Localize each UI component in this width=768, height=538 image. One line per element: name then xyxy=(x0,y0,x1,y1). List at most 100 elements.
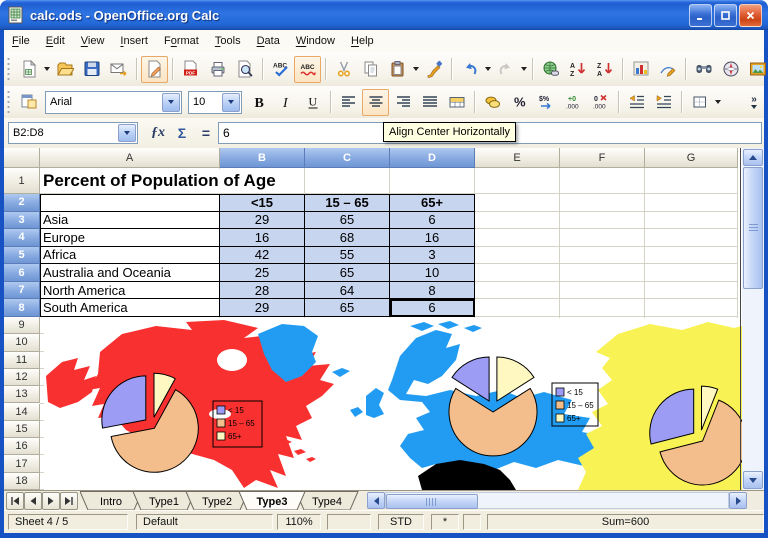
cell-C8[interactable]: 65 xyxy=(305,299,390,317)
menu-tools[interactable]: Tools xyxy=(207,30,249,52)
undo-dropdown[interactable] xyxy=(483,57,492,82)
row-header-3[interactable]: 3 xyxy=(4,212,40,230)
decrease-indent-button[interactable] xyxy=(623,89,650,116)
status-modified-flag[interactable]: * xyxy=(431,514,459,530)
vertical-scroll-thumb[interactable] xyxy=(743,167,763,289)
menu-file[interactable]: File xyxy=(4,30,38,52)
menu-help[interactable]: Help xyxy=(343,30,382,52)
cell-B4[interactable]: 16 xyxy=(220,229,305,247)
status-signature[interactable] xyxy=(463,514,481,530)
open-folder-button[interactable] xyxy=(51,56,78,83)
sheet-tab-intro[interactable]: Intro xyxy=(80,492,142,511)
row-header-5[interactable]: 5 xyxy=(4,247,40,265)
styles-formatting-button[interactable] xyxy=(15,89,42,116)
row-header-7[interactable]: 7 xyxy=(4,282,40,300)
sheet-tab-type4[interactable]: Type4 xyxy=(296,492,358,511)
column-header-G[interactable]: G xyxy=(645,148,738,168)
toolbar-grip[interactable] xyxy=(6,91,11,113)
paste-button[interactable] xyxy=(384,56,411,83)
hyperlink-button[interactable] xyxy=(537,56,564,83)
equals-button[interactable]: = xyxy=(194,122,218,144)
copy-button[interactable] xyxy=(357,56,384,83)
scroll-down-button[interactable] xyxy=(743,471,763,489)
menu-view[interactable]: View xyxy=(73,30,113,52)
chevron-down-icon[interactable] xyxy=(222,93,240,112)
chevron-down-icon[interactable] xyxy=(118,124,136,142)
row-header-2[interactable]: 2 xyxy=(4,194,40,212)
column-header-D[interactable]: D xyxy=(390,148,475,168)
cell-D5[interactable]: 3 xyxy=(390,247,475,265)
cell-B8[interactable]: 29 xyxy=(220,299,305,317)
scroll-left-button[interactable] xyxy=(367,492,385,509)
export-pdf-button[interactable]: PDF xyxy=(177,56,204,83)
cell-A8[interactable]: South America xyxy=(40,299,220,317)
format-paintbrush-button[interactable] xyxy=(420,56,447,83)
first-sheet-button[interactable] xyxy=(6,492,24,510)
column-header-B[interactable]: B xyxy=(220,148,305,168)
column-header-F[interactable]: F xyxy=(560,148,645,168)
status-zoom[interactable]: 110% xyxy=(277,514,321,530)
cell-B2[interactable]: <15 xyxy=(220,194,305,212)
row-header-6[interactable]: 6 xyxy=(4,264,40,282)
name-box[interactable]: B2:D8 xyxy=(8,122,138,144)
edit-file-button[interactable] xyxy=(141,56,168,83)
cell-A3[interactable]: Asia xyxy=(40,212,220,230)
italic-button[interactable]: I xyxy=(272,89,299,116)
row-header-18[interactable]: 18 xyxy=(4,473,40,490)
redo-button[interactable] xyxy=(492,56,519,83)
menu-edit[interactable]: Edit xyxy=(38,30,73,52)
cell-A4[interactable]: Europe xyxy=(40,229,220,247)
row-header-12[interactable]: 12 xyxy=(4,369,40,386)
menu-data[interactable]: Data xyxy=(249,30,288,52)
sort-ascending-button[interactable]: AZ xyxy=(564,56,591,83)
sheet-tab-type3[interactable]: Type3 xyxy=(239,492,305,511)
row-header-11[interactable]: 11 xyxy=(4,352,40,369)
status-insert-mode[interactable] xyxy=(327,514,371,530)
email-document-button[interactable] xyxy=(105,56,132,83)
row-header-16[interactable]: 16 xyxy=(4,438,40,455)
print-button[interactable] xyxy=(204,56,231,83)
cell-C7[interactable]: 64 xyxy=(305,282,390,300)
cell-D6[interactable]: 10 xyxy=(390,264,475,282)
status-sheet-position[interactable]: Sheet 4 / 5 xyxy=(8,514,128,530)
status-page-style[interactable]: Default xyxy=(136,514,273,530)
percent-button[interactable]: % xyxy=(506,89,533,116)
column-header-C[interactable]: C xyxy=(305,148,390,168)
previous-sheet-button[interactable] xyxy=(24,492,42,510)
cell-C5[interactable]: 55 xyxy=(305,247,390,265)
paste-dropdown[interactable] xyxy=(411,57,420,82)
chevron-down-icon[interactable] xyxy=(162,93,180,112)
auto-spellcheck-button[interactable]: ABC xyxy=(294,56,321,83)
status-selection-mode[interactable]: STD xyxy=(378,514,424,530)
currency-button[interactable] xyxy=(479,89,506,116)
increase-indent-button[interactable] xyxy=(650,89,677,116)
bold-button[interactable]: B xyxy=(245,89,272,116)
row-header-13[interactable]: 13 xyxy=(4,386,40,403)
last-sheet-button[interactable] xyxy=(60,492,78,510)
cell-D7[interactable]: 8 xyxy=(390,282,475,300)
justify-button[interactable] xyxy=(416,89,443,116)
row-header-17[interactable]: 17 xyxy=(4,455,40,472)
underline-button[interactable]: U xyxy=(299,89,326,116)
cell-D2[interactable]: 65+ xyxy=(390,194,475,212)
find-replace-button[interactable] xyxy=(690,56,717,83)
borders-button[interactable] xyxy=(686,89,713,116)
draw-functions-button[interactable] xyxy=(654,56,681,83)
column-header-A[interactable]: A xyxy=(40,148,220,168)
new-document-dropdown[interactable] xyxy=(42,57,51,82)
align-right-button[interactable] xyxy=(389,89,416,116)
horizontal-scroll-thumb[interactable] xyxy=(386,494,478,509)
standard-format-button[interactable]: $% xyxy=(533,89,560,116)
row-header-10[interactable]: 10 xyxy=(4,334,40,351)
cell-A7[interactable]: North America xyxy=(40,282,220,300)
align-center-button[interactable] xyxy=(362,89,389,116)
add-decimal-button[interactable]: +0.000 xyxy=(560,89,587,116)
delete-decimal-button[interactable]: 0.000 xyxy=(587,89,614,116)
font-size-combo[interactable]: 10 xyxy=(188,91,242,114)
cell-B6[interactable]: 25 xyxy=(220,264,305,282)
row-header-1[interactable]: 1 xyxy=(4,168,40,194)
spellcheck-button[interactable]: ABC xyxy=(267,56,294,83)
row-header-14[interactable]: 14 xyxy=(4,404,40,421)
cell-C2[interactable]: 15 – 65 xyxy=(305,194,390,212)
cell-B7[interactable]: 28 xyxy=(220,282,305,300)
